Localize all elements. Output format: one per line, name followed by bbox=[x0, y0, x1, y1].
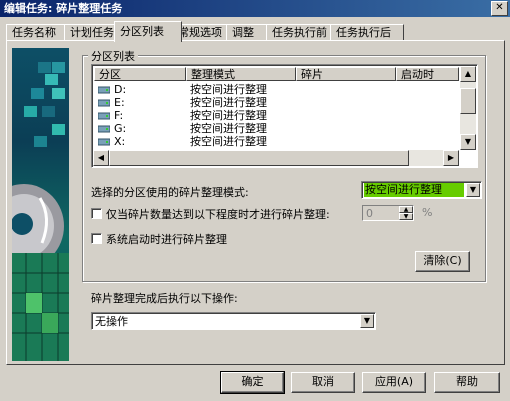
startup-checkbox[interactable] bbox=[91, 233, 102, 244]
after-action-value: 无操作 bbox=[95, 315, 128, 328]
list-item[interactable]: F: 按空间进行整理 bbox=[94, 109, 459, 122]
scroll-left-icon[interactable]: ◀ bbox=[93, 150, 109, 166]
threshold-value: 0 bbox=[366, 207, 373, 220]
close-icon[interactable]: ✕ bbox=[491, 1, 508, 16]
scroll-right-icon[interactable]: ▶ bbox=[443, 150, 459, 166]
column-header-partition[interactable]: 分区 bbox=[94, 67, 186, 81]
help-button[interactable]: 帮助 bbox=[434, 372, 500, 393]
partition-group-title: 分区列表 bbox=[88, 48, 138, 64]
partition-drive: E: bbox=[114, 96, 125, 109]
tab-task-name[interactable]: 任务名称 bbox=[6, 24, 70, 41]
list-item[interactable]: D: 按空间进行整理 bbox=[94, 83, 459, 96]
clear-button[interactable]: 清除(C) bbox=[415, 251, 470, 272]
threshold-unit: % bbox=[422, 206, 433, 219]
startup-label: 系统启动时进行碎片整理 bbox=[106, 233, 227, 246]
window-title: 编辑任务: 碎片整理任务 bbox=[4, 2, 123, 15]
apply-button[interactable]: 应用(A) bbox=[362, 372, 426, 393]
title-bar[interactable]: 编辑任务: 碎片整理任务 ✕ bbox=[0, 0, 510, 17]
dialog-window: 编辑任务: 碎片整理任务 ✕ 任务名称 计划任务 分区列表 常规选项 调整 任务… bbox=[0, 0, 510, 401]
side-banner-image bbox=[12, 48, 69, 361]
threshold-label: 仅当碎片数量达到以下程度时才进行碎片整理: bbox=[106, 208, 330, 221]
drive-icon bbox=[98, 86, 110, 94]
partition-drive: X: bbox=[114, 135, 126, 148]
ok-button[interactable]: 确定 bbox=[220, 371, 285, 394]
drive-icon bbox=[98, 138, 110, 146]
list-item[interactable]: X: 按空间进行整理 bbox=[94, 135, 459, 149]
vertical-scroll-thumb[interactable] bbox=[460, 88, 476, 114]
horizontal-scroll-thumb[interactable] bbox=[109, 150, 409, 166]
mode-select[interactable]: 按空间进行整理 ▼ bbox=[361, 181, 482, 199]
list-item[interactable]: E: 按空间进行整理 bbox=[94, 96, 459, 109]
chevron-down-icon[interactable]: ▼ bbox=[466, 183, 480, 197]
tab-after-task[interactable]: 任务执行后 bbox=[330, 24, 404, 41]
spin-up-icon[interactable]: ▲ bbox=[399, 206, 413, 213]
column-header-fragments[interactable]: 碎片 bbox=[296, 67, 396, 81]
threshold-spinner[interactable]: 0 ▲ ▼ bbox=[362, 205, 414, 221]
cancel-button[interactable]: 取消 bbox=[291, 372, 355, 393]
partition-drive: D: bbox=[114, 83, 127, 96]
partition-mode: 按空间进行整理 bbox=[190, 135, 267, 148]
partition-mode: 按空间进行整理 bbox=[190, 83, 267, 96]
after-action-label: 碎片整理完成后执行以下操作: bbox=[91, 292, 238, 305]
column-header-mode[interactable]: 整理模式 bbox=[186, 67, 296, 81]
mode-select-value: 按空间进行整理 bbox=[364, 183, 464, 197]
partition-listview[interactable]: 分区 整理模式 碎片 启动时 D: 按空间进行整理 E: 按空间进行整理 F: … bbox=[91, 64, 478, 168]
after-action-select[interactable]: 无操作 ▼ bbox=[91, 312, 376, 330]
partition-drive: F: bbox=[114, 109, 124, 122]
tab-partition-list[interactable]: 分区列表 bbox=[114, 21, 182, 42]
partition-mode: 按空间进行整理 bbox=[190, 122, 267, 135]
spin-down-icon[interactable]: ▼ bbox=[399, 213, 413, 220]
tab-before-task[interactable]: 任务执行前 bbox=[266, 24, 340, 41]
scroll-up-icon[interactable]: ▲ bbox=[460, 66, 476, 82]
list-item[interactable]: G: 按空间进行整理 bbox=[94, 122, 459, 135]
partition-mode: 按空间进行整理 bbox=[190, 96, 267, 109]
drive-icon bbox=[98, 112, 110, 120]
drive-icon bbox=[98, 125, 110, 133]
scroll-down-icon[interactable]: ▼ bbox=[460, 134, 476, 150]
horizontal-scrollbar[interactable]: ◀ ▶ bbox=[93, 150, 459, 166]
drive-icon bbox=[98, 99, 110, 107]
partition-drive: G: bbox=[114, 122, 127, 135]
chevron-down-icon[interactable]: ▼ bbox=[360, 314, 374, 328]
mode-label: 选择的分区使用的碎片整理模式: bbox=[91, 186, 249, 199]
threshold-checkbox[interactable] bbox=[91, 208, 102, 219]
partition-mode: 按空间进行整理 bbox=[190, 109, 267, 122]
vertical-scrollbar[interactable]: ▲ ▼ bbox=[460, 66, 476, 150]
column-header-startup[interactable]: 启动时 bbox=[396, 67, 459, 81]
